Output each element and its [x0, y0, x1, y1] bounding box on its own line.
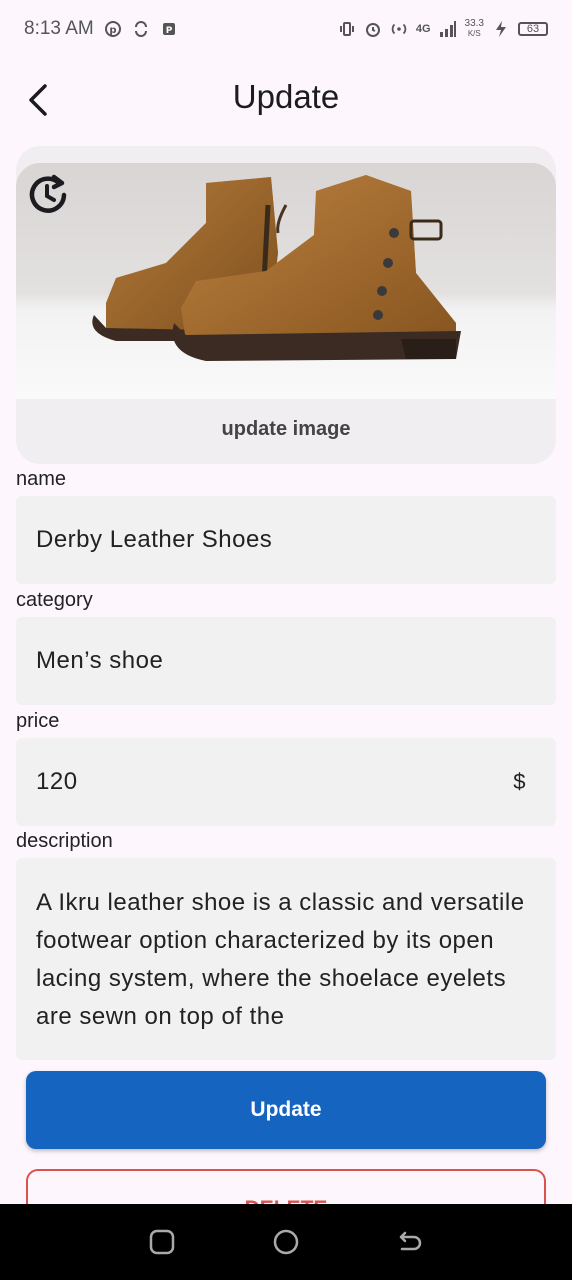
- top-app-bar: Update: [0, 64, 572, 138]
- recents-button[interactable]: [142, 1222, 182, 1262]
- name-label: name: [16, 468, 67, 490]
- home-icon: [273, 1229, 299, 1255]
- back-nav-icon: [399, 1231, 422, 1251]
- update-image-label[interactable]: update image: [16, 418, 556, 441]
- back-nav-button[interactable]: [390, 1222, 430, 1262]
- description-field[interactable]: A Ikru leather shoe is a classic and ver…: [16, 858, 556, 1060]
- status-time: 8:13 AM: [24, 18, 94, 39]
- network-type: 4G: [415, 23, 431, 35]
- product-image: [16, 163, 556, 399]
- home-button[interactable]: [266, 1222, 306, 1262]
- description-value: A Ikru leather shoe is a classic and ver…: [36, 889, 525, 1030]
- category-label: category: [16, 589, 93, 611]
- description-label: description: [16, 830, 113, 852]
- restore-icon[interactable]: [24, 171, 72, 219]
- svg-text:p: p: [109, 25, 116, 36]
- app-notification-icon: P: [160, 20, 178, 38]
- vibrate-icon: [338, 20, 356, 38]
- status-bar: 8:13 AM p P 4G 33.3 K/S 63: [0, 0, 572, 58]
- update-button-label: Update: [250, 1098, 322, 1121]
- page-title: Update: [232, 78, 340, 115]
- category-value: Men’s shoe: [36, 647, 164, 674]
- update-button[interactable]: Update: [26, 1071, 546, 1149]
- sync-icon: [132, 20, 150, 38]
- signal-icon: [439, 20, 457, 38]
- price-field[interactable]: 120 $: [16, 738, 556, 826]
- svg-text:P: P: [165, 26, 172, 36]
- name-field[interactable]: Derby Leather Shoes: [16, 496, 556, 584]
- alarm-icon: [364, 20, 382, 38]
- pinterest-icon: p: [104, 20, 122, 38]
- status-right: 4G 33.3 K/S 63: [338, 19, 548, 39]
- net-speed: 33.3 K/S: [465, 19, 484, 39]
- update-image-card[interactable]: update image: [16, 146, 556, 464]
- status-left: 8:13 AM p P: [24, 18, 178, 40]
- name-value: Derby Leather Shoes: [36, 526, 273, 553]
- category-field[interactable]: Men’s shoe: [16, 617, 556, 705]
- system-nav-bar: [0, 1204, 572, 1280]
- currency-suffix: $: [513, 769, 526, 794]
- price-value: 120: [36, 768, 78, 795]
- recents-icon: [149, 1229, 175, 1255]
- hotspot-icon: [390, 20, 408, 38]
- charging-icon: [492, 20, 510, 38]
- price-label: price: [16, 710, 60, 732]
- net-speed-value: 33.3: [464, 18, 484, 29]
- net-speed-unit: K/S: [467, 29, 481, 38]
- battery-icon: 63: [518, 22, 548, 36]
